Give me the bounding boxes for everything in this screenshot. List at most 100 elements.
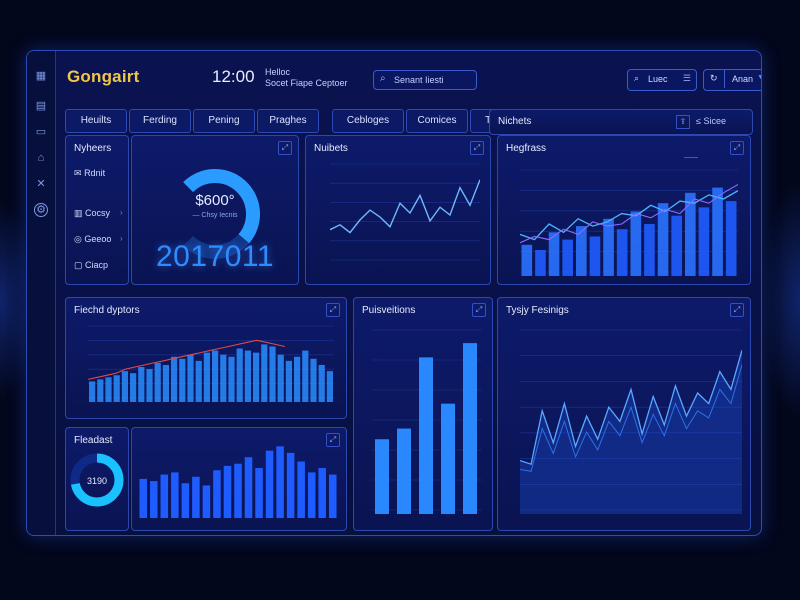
expand-icon[interactable]: ⤢: [472, 303, 486, 317]
account-divider: [724, 70, 725, 88]
bar: [269, 346, 276, 402]
chart-icon: ▥: [74, 208, 83, 218]
document-icon[interactable]: ▤: [34, 99, 48, 113]
tab-ferding[interactable]: Ferding: [129, 109, 191, 133]
bar: [171, 356, 178, 402]
expand-icon[interactable]: ⤢: [326, 303, 340, 317]
tab-cebloges[interactable]: Cebloges: [332, 109, 404, 133]
bar: [179, 358, 186, 402]
bar: [171, 472, 179, 518]
bar: [307, 472, 316, 518]
mix-chart-title: Hegfrass: [506, 143, 547, 154]
metrics-extra[interactable]: ≤ Sicee: [696, 116, 726, 126]
bar: [712, 187, 723, 276]
search-input[interactable]: [394, 73, 472, 86]
bar: [192, 476, 200, 518]
gauge-sublabel: — Chsy Iecnis: [192, 212, 238, 219]
nav-item-geeoo[interactable]: ◎ Geeoo ›: [74, 234, 123, 245]
user-box-label: Luec: [648, 74, 668, 84]
clock-line-1: Helloc: [265, 67, 291, 77]
bar: [302, 350, 309, 402]
expand-icon[interactable]: ⤢: [470, 141, 484, 155]
nav-item-cocsy[interactable]: ▥ Cocsy ›: [74, 208, 123, 219]
nav-item-label: Cocsy: [85, 208, 111, 218]
bar: [616, 229, 628, 276]
search-box[interactable]: ⌕: [373, 70, 477, 90]
tab-pening[interactable]: Pening: [193, 109, 255, 133]
bar: [113, 375, 120, 402]
grid-icon[interactable]: ▦: [34, 69, 48, 83]
crosshair-icon[interactable]: ✕: [34, 177, 48, 191]
bar: [255, 468, 263, 518]
bar: [253, 352, 260, 402]
donut-card: Fleadast 3190: [65, 427, 129, 531]
bar: [657, 203, 669, 276]
expand-icon[interactable]: ⤢: [730, 141, 744, 155]
dashboard-window: ▦ ▤ ▭ ⌂ ✕ ⚙ Gongairt 12:00 Helloc Socet …: [26, 50, 762, 536]
brand-logo: Gongairt: [67, 67, 140, 86]
bar: [130, 373, 137, 402]
nav-item-rdnit[interactable]: ✉ Rdnit: [74, 168, 105, 179]
sidebar-rail: ▦ ▤ ▭ ⌂ ✕ ⚙: [27, 51, 56, 535]
bar: [562, 239, 573, 276]
bar: [463, 343, 477, 514]
expand-icon[interactable]: ⤢: [730, 303, 744, 317]
nav-item-ciacp[interactable]: ▢ Ciacp: [74, 260, 108, 271]
tab-comices[interactable]: Comices: [406, 109, 468, 133]
funnel-chart-title: Fiechd dyptors: [74, 305, 140, 316]
bar: [644, 224, 655, 276]
bar: [698, 207, 710, 276]
bar: [121, 371, 128, 402]
donut-chart: [70, 453, 124, 507]
metrics-header: Nichets ⇪ ≤ Sicee: [489, 109, 753, 135]
bar: [521, 244, 533, 276]
settings-icon[interactable]: ⚙: [34, 203, 48, 217]
donut-value: 3190: [86, 476, 108, 486]
bar: [146, 369, 153, 402]
area-chart-card: Tysjy Fesinigs ⤢: [497, 297, 751, 531]
bar: [228, 356, 235, 402]
bar: [181, 483, 190, 518]
bar: [162, 364, 169, 402]
clock-time: 12:00: [212, 67, 255, 86]
bar: [576, 226, 587, 276]
bar: [154, 362, 161, 402]
bar: [234, 463, 242, 518]
bar: [294, 356, 301, 402]
vertical-chart-title: Puisveitions: [362, 305, 416, 316]
bar: [236, 348, 243, 402]
bar: [138, 367, 145, 402]
mix-chart: [520, 169, 738, 276]
mail-icon[interactable]: ▭: [34, 125, 48, 139]
bar: [318, 468, 326, 518]
line-chart-title: Nuibets: [314, 143, 348, 154]
account-menu[interactable]: ↻ Anan ▼: [703, 69, 761, 91]
bottom-bar-chart: [139, 446, 337, 518]
series-line: [330, 179, 480, 234]
bar: [89, 381, 96, 402]
bar: [261, 344, 268, 402]
gauge-card: ⤢ $600° — Chsy Iecnis 2017011: [131, 135, 299, 285]
mix-legend: ——: [684, 154, 698, 161]
user-box[interactable]: ⌕ Luec ☰: [627, 69, 697, 91]
ring-icon: ◎: [74, 234, 82, 244]
bank-icon[interactable]: ⌂: [34, 151, 48, 165]
bar: [244, 350, 251, 402]
bar: [202, 485, 211, 518]
bar: [277, 354, 284, 402]
export-icon[interactable]: ⇪: [676, 115, 690, 129]
bar: [213, 470, 221, 518]
clock-line-2: Socet Fiape Ceptoer: [265, 78, 348, 88]
bar: [419, 357, 433, 514]
bar: [685, 192, 696, 276]
tab-praghes[interactable]: Praghes: [257, 109, 319, 133]
chat-icon: ✉: [74, 168, 82, 178]
bar: [223, 465, 232, 518]
top-bar: Gongairt 12:00 Helloc Socet Fiape Ceptoe…: [55, 51, 761, 103]
bar: [286, 452, 295, 518]
nav-item-label: Ciacp: [85, 260, 109, 270]
bar: [297, 461, 305, 518]
chevron-down-icon: ▼: [757, 74, 761, 81]
bar: [212, 350, 219, 402]
tab-heuilts[interactable]: Heuilts: [65, 109, 127, 133]
